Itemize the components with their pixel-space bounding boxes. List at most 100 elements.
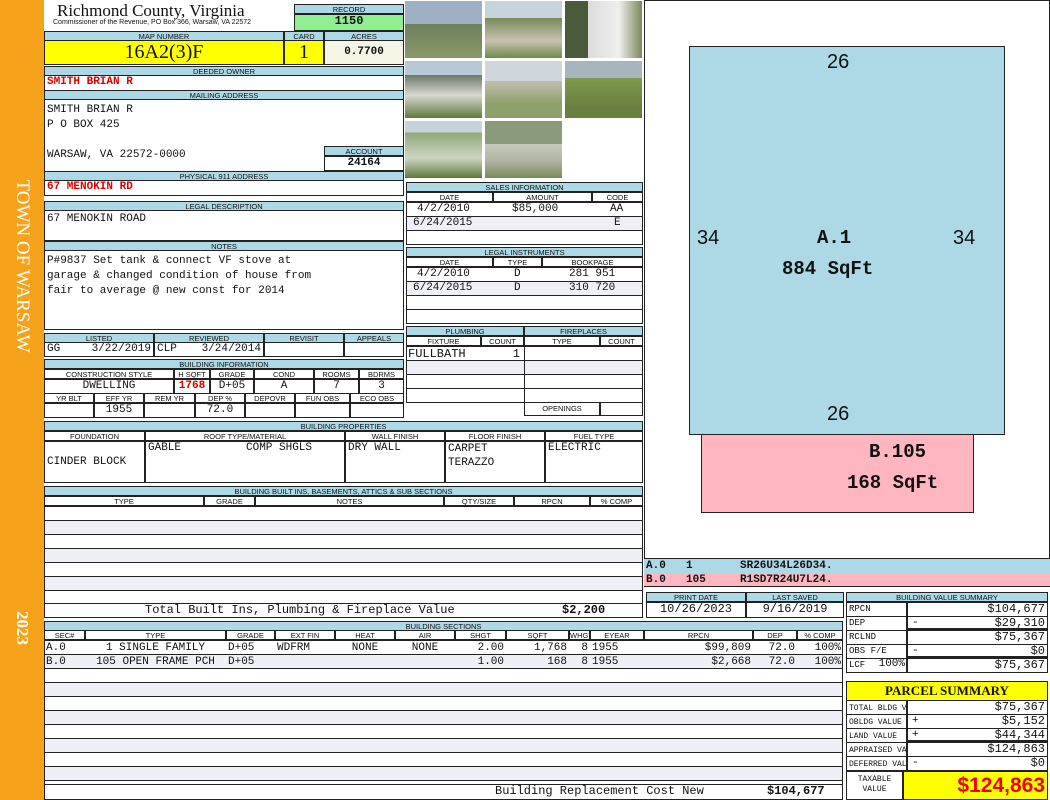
openings-label: OPENINGS <box>524 402 600 416</box>
col-header: DATE <box>406 192 493 202</box>
rooms: 7 <box>314 379 359 394</box>
lcf-percent: 100% <box>878 658 905 670</box>
col-header: % COMP <box>797 630 843 640</box>
parcel-summary-title: PARCEL SUMMARY <box>846 681 1048 701</box>
instrument-date: 4/2/2010 <box>417 268 470 280</box>
col-header: BDRMS <box>359 369 404 379</box>
summary-label: RCLND <box>846 630 907 645</box>
dimension-label: 34 <box>697 227 720 249</box>
summary-value: $75,367 <box>907 630 1048 645</box>
col-header: EFF YR <box>94 393 144 403</box>
section-cell: WDFRM <box>277 642 311 654</box>
value-summary-label: BUILDING VALUE SUMMARY <box>846 592 1048 602</box>
notes-line: garage & changed condition of house from <box>47 270 312 282</box>
builtins-table <box>44 506 643 604</box>
card-number: 1 <box>284 40 324 65</box>
col-header: DEP <box>753 630 797 640</box>
section-cell: 8 <box>581 642 588 654</box>
section-cell: 168 <box>547 656 567 668</box>
sale-code: AA <box>610 203 624 215</box>
county-title: Richmond County, Virginia <box>57 1 245 20</box>
col-header: CODE <box>592 192 643 202</box>
property-photo[interactable] <box>564 0 643 59</box>
floor-finish: CARPET <box>448 443 488 455</box>
col-header: AMOUNT <box>493 192 592 202</box>
col-header: TYPE <box>44 496 204 506</box>
col-header: NOTES <box>255 496 444 506</box>
sales-row: 4/2/2010 $85,000 AA <box>407 203 642 217</box>
summary-label: OBS F/E <box>846 644 907 659</box>
summary-label: DEP <box>846 616 907 631</box>
instruments-table: 4/2/2010 D 281 951 6/24/2015 D 310 720 <box>406 267 643 324</box>
sale-date: 6/24/2015 <box>413 217 473 229</box>
col-header: COUNT <box>481 336 524 346</box>
sale-amount: $85,000 <box>512 203 559 215</box>
notes-line: fair to average @ new const for 2014 <box>47 285 285 297</box>
section-cell: 1955 <box>592 656 619 668</box>
dimension-label: 26 <box>827 51 850 73</box>
section-cell: 1955 <box>592 642 619 654</box>
listed-date: 3/22/2019 <box>91 343 151 355</box>
section-cell: D+05 <box>228 656 255 668</box>
section-a-area: 884 SqFt <box>782 258 874 280</box>
parcel-value: $5,152 <box>907 714 1048 729</box>
summary-label: RPCN <box>846 602 907 617</box>
section-cell: 105 OPEN FRAME PCH <box>96 656 215 668</box>
floor-finish: TERAZZO <box>448 457 495 469</box>
section-a-label: A.1 <box>817 227 852 249</box>
parcel-value: $0 <box>907 756 1048 771</box>
account-number: 24164 <box>324 156 404 171</box>
fixture-count: 1 <box>512 347 520 361</box>
notes-box: P#9837 Set tank & connect VF stove at ga… <box>44 250 404 330</box>
col-header: SEC# <box>44 630 85 640</box>
col-header: GRADE <box>210 369 254 379</box>
operator: + <box>912 715 919 727</box>
replacement-cost-row: Building Replacement Cost New $104,677 <box>44 784 843 800</box>
last-saved: 9/16/2019 <box>746 602 844 618</box>
col-header: EXT FIN <box>275 630 335 640</box>
taxable-value: $124,863 <box>903 771 1048 800</box>
col-header: EYEAR <box>590 630 644 640</box>
roof-material: COMP SHGLS <box>246 442 313 454</box>
property-photo[interactable] <box>484 60 563 119</box>
col-header: AIR <box>395 630 455 640</box>
plumbing-label: PLUMBING <box>406 326 524 336</box>
map-number: 16A2(3)F <box>44 40 284 65</box>
legal-instruments-label: LEGAL INSTRUMENTS <box>406 247 643 257</box>
fixture-name: FULLBATH <box>408 347 466 361</box>
section-cell: A.0 <box>46 642 66 654</box>
foundation: CINDER BLOCK <box>44 441 145 483</box>
fireplaces-table <box>524 346 643 403</box>
col-header: TYPE <box>524 336 600 346</box>
sale-code: E <box>614 217 621 229</box>
building-sketch[interactable]: 26 34 34 26 A.1 884 SqFt B.105 168 SqFt <box>644 0 1050 559</box>
col-header: SQFT <box>506 630 569 640</box>
col-header: ROOF TYPE/MATERIAL <box>145 431 345 441</box>
building-properties-label: BUILDING PROPERTIES <box>44 421 643 431</box>
print-date-label: PRINT DATE <box>646 592 746 602</box>
property-photo[interactable] <box>404 0 483 59</box>
property-photo[interactable] <box>404 60 483 119</box>
property-photo[interactable] <box>484 0 563 59</box>
col-header: COUNT <box>600 336 643 346</box>
col-header: DEPOVR <box>245 393 295 403</box>
col-header: ECO OBS <box>350 393 404 403</box>
reviewed-date: 3/24/2014 <box>201 343 261 355</box>
sketch-legend-b: B.0 105 R1SD7R24U7L24. <box>644 573 1050 587</box>
property-photo[interactable] <box>484 120 563 179</box>
section-cell: NONE <box>411 642 439 654</box>
parcel-value: $124,863 <box>907 742 1048 757</box>
parcel-label: APPRAISED VALUE <box>846 742 907 757</box>
mailing-line-1: SMITH BRIAN R <box>47 104 133 116</box>
col-header: FUN OBS <box>295 393 350 403</box>
col-header: DATE <box>406 257 493 267</box>
revisit-value <box>264 342 344 357</box>
builtins-total-label: Total Built Ins, Plumbing & Fireplace Va… <box>145 603 455 617</box>
openings-value <box>600 402 643 416</box>
col-header: FLOOR FINISH <box>445 431 545 441</box>
col-header: YR BLT <box>44 393 94 403</box>
property-photo[interactable] <box>564 60 643 119</box>
section-cell: $2,668 <box>711 656 751 668</box>
property-photo[interactable] <box>404 120 483 179</box>
parcel-label: OBLDG VALUE <box>846 714 907 729</box>
